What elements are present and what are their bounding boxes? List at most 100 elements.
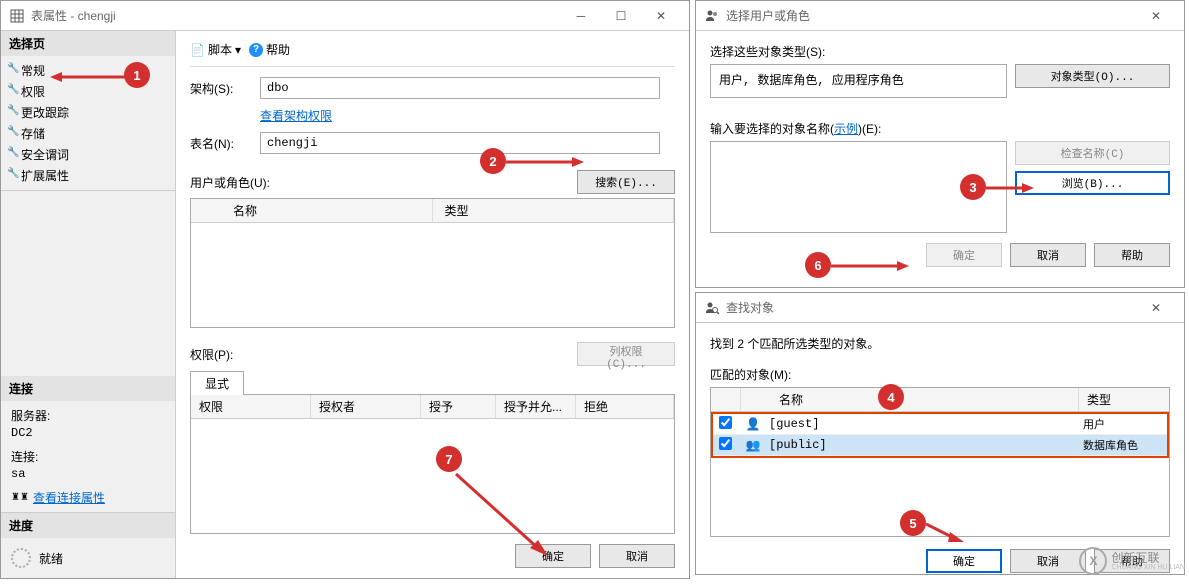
found-count-text: 找到 2 个匹配所选类型的对象。 [710, 335, 1170, 352]
watermark-text: 创新互联 [1111, 552, 1185, 564]
pcol-with-grant[interactable]: 授予并允... [496, 395, 576, 418]
cancel-button[interactable]: 取消 [599, 544, 675, 568]
row-type: 用户 [1077, 414, 1167, 434]
col-name-header[interactable]: 名称 [191, 199, 433, 222]
object-types-box: 用户, 数据库角色, 应用程序角色 [710, 64, 1007, 98]
users-icon [704, 8, 720, 24]
row-name: [guest] [763, 415, 1077, 433]
wrench-icon: 🔧 [7, 84, 19, 95]
connection-value: sa [11, 467, 165, 481]
close-button[interactable]: ✕ [1136, 2, 1176, 30]
connection-icon: ♜♜ [11, 492, 29, 503]
object-types-button[interactable]: 对象类型(O)... [1015, 64, 1170, 88]
select-page-header: 选择页 [1, 31, 175, 56]
sidebar-item-permissions[interactable]: 🔧权限 [1, 81, 175, 102]
view-connection-props-link[interactable]: 查看连接属性 [33, 489, 105, 506]
wrench-icon: 🔧 [7, 147, 19, 158]
close-button[interactable]: ✕ [641, 2, 681, 30]
window-title: 查找对象 [726, 299, 1136, 316]
tab-explicit[interactable]: 显式 [190, 371, 244, 395]
annotation-3: 3 [960, 174, 986, 200]
col-name-header[interactable]: 名称 [741, 388, 1079, 411]
connection-label: 连接: [11, 448, 165, 465]
col-type-header[interactable]: 类型 [433, 199, 675, 222]
permissions-grid[interactable]: 权限 授权者 授予 授予并允... 拒绝 [190, 394, 675, 534]
user-role-grid[interactable]: 名称 类型 [190, 198, 675, 328]
search-button[interactable]: 搜索(E)... [577, 170, 675, 194]
help-button[interactable]: 帮助 [1094, 243, 1170, 267]
wrench-icon: 🔧 [7, 168, 19, 179]
sidebar: 选择页 🔧常规 🔧权限 🔧更改跟踪 🔧存储 🔧安全谓词 🔧扩展属性 连接 服务器… [1, 31, 176, 578]
watermark-logo-icon: X [1079, 547, 1107, 575]
titlebar[interactable]: 查找对象 ✕ [696, 293, 1184, 323]
pcol-permission[interactable]: 权限 [191, 395, 311, 418]
row-name: [public] [763, 436, 1077, 454]
script-dropdown[interactable]: 📄 脚本 ▾ [190, 41, 241, 58]
close-button[interactable]: ✕ [1136, 294, 1176, 322]
sidebar-item-storage[interactable]: 🔧存储 [1, 123, 175, 144]
connection-header: 连接 [1, 376, 175, 401]
spinner-icon [11, 548, 31, 568]
annotation-5: 5 [900, 510, 926, 536]
pcol-grantor[interactable]: 授权者 [311, 395, 421, 418]
sidebar-item-change-tracking[interactable]: 🔧更改跟踪 [1, 102, 175, 123]
script-icon: 📄 [190, 43, 205, 57]
select-types-label: 选择这些对象类型(S): [710, 43, 1170, 60]
progress-header: 进度 [1, 513, 175, 538]
wrench-icon: 🔧 [7, 105, 19, 116]
schema-input[interactable] [260, 77, 660, 99]
example-link[interactable]: 示例 [834, 122, 858, 136]
row-checkbox[interactable] [719, 416, 732, 429]
ok-button[interactable]: 确定 [926, 549, 1002, 573]
help-icon: ? [249, 43, 263, 57]
minimize-button[interactable]: ─ [561, 2, 601, 30]
main-panel: 📄 脚本 ▾ ? 帮助 架构(S): 查看架构权限 表名(N): [176, 31, 689, 578]
annotation-1: 1 [124, 62, 150, 88]
matched-objects-grid[interactable]: 名称 类型 👤 [guest] 用户 👥 [public] 数据库角色 [710, 387, 1170, 537]
titlebar[interactable]: 选择用户或角色 ✕ [696, 1, 1184, 31]
wrench-icon: 🔧 [7, 63, 19, 74]
check-names-button: 检查名称(C) [1015, 141, 1170, 165]
col-check-header[interactable] [711, 388, 741, 411]
server-value: DC2 [11, 426, 165, 440]
row-type: 数据库角色 [1077, 435, 1167, 455]
window-title: 表属性 - chengji [31, 7, 561, 24]
help-button[interactable]: ? 帮助 [249, 41, 290, 58]
annotation-6: 6 [805, 252, 831, 278]
row-checkbox[interactable] [719, 437, 732, 450]
server-label: 服务器: [11, 407, 165, 424]
chevron-down-icon: ▾ [235, 43, 241, 57]
col-type-header[interactable]: 类型 [1079, 388, 1169, 411]
annotation-4: 4 [878, 384, 904, 410]
table-icon [9, 8, 25, 24]
table-properties-window: 表属性 - chengji ─ ☐ ✕ 选择页 🔧常规 🔧权限 🔧更改跟踪 🔧存… [0, 0, 690, 579]
cancel-button[interactable]: 取消 [1010, 549, 1086, 573]
user-role-label: 用户或角色(U): [190, 174, 270, 191]
browse-button[interactable]: 浏览(B)... [1015, 171, 1170, 195]
sidebar-item-extended-props[interactable]: 🔧扩展属性 [1, 165, 175, 186]
watermark: X 创新互联 CHUANG XIN HU LIAN [1079, 547, 1185, 575]
table-name-input[interactable] [260, 132, 660, 154]
pcol-grant[interactable]: 授予 [421, 395, 496, 418]
ok-button[interactable]: 确定 [926, 243, 1002, 267]
role-icon: 👥 [743, 438, 763, 452]
permissions-label: 权限(P): [190, 346, 233, 363]
annotation-7: 7 [436, 446, 462, 472]
cancel-button[interactable]: 取消 [1010, 243, 1086, 267]
view-schema-permissions-link[interactable]: 查看架构权限 [260, 107, 675, 124]
titlebar[interactable]: 表属性 - chengji ─ ☐ ✕ [1, 1, 689, 31]
table-name-label: 表名(N): [190, 135, 260, 152]
sidebar-item-security-predicates[interactable]: 🔧安全谓词 [1, 144, 175, 165]
progress-status: 就绪 [39, 550, 63, 567]
select-users-window: 选择用户或角色 ✕ 选择这些对象类型(S): 用户, 数据库角色, 应用程序角色… [695, 0, 1185, 288]
grid-row-guest[interactable]: 👤 [guest] 用户 [713, 414, 1167, 435]
maximize-button[interactable]: ☐ [601, 2, 641, 30]
grid-row-public[interactable]: 👥 [public] 数据库角色 [713, 435, 1167, 456]
matched-objects-label: 匹配的对象(M): [710, 366, 1170, 383]
window-title: 选择用户或角色 [726, 7, 1136, 24]
schema-label: 架构(S): [190, 80, 260, 97]
wrench-icon: 🔧 [7, 126, 19, 137]
column-permissions-button: 列权限(C)... [577, 342, 675, 366]
pcol-deny[interactable]: 拒绝 [576, 395, 674, 418]
annotation-selection-box: 👤 [guest] 用户 👥 [public] 数据库角色 [711, 412, 1169, 458]
